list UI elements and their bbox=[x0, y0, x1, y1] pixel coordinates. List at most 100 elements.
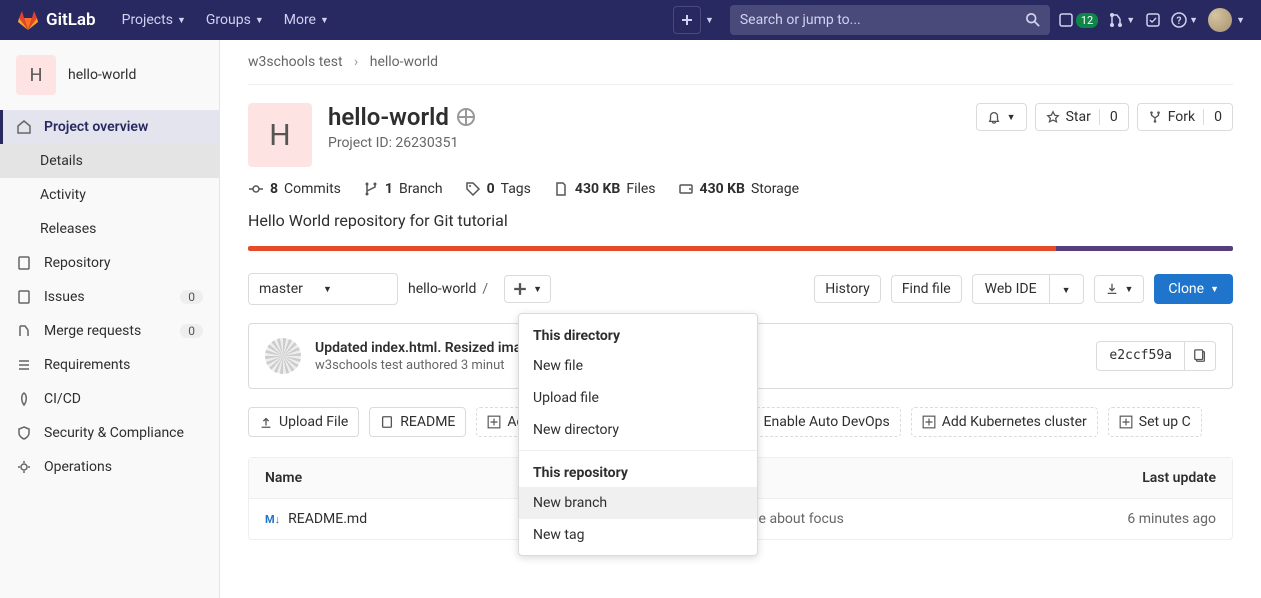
fork-icon bbox=[1148, 110, 1162, 124]
sidebar-sub-releases[interactable]: Releases bbox=[0, 212, 219, 246]
user-menu[interactable]: ▼ bbox=[1208, 8, 1245, 32]
commit-sha[interactable]: e2ccf59a bbox=[1096, 341, 1185, 371]
chevron-down-icon: ▼ bbox=[255, 15, 264, 26]
issues-icon bbox=[16, 289, 32, 305]
stat-commits[interactable]: 8Commits bbox=[248, 181, 341, 197]
chip-upload-file[interactable]: Upload File bbox=[248, 407, 359, 437]
sidebar: H hello-world Project overview Details A… bbox=[0, 40, 220, 598]
chip-setup-ci[interactable]: Set up C bbox=[1108, 407, 1202, 437]
todos-link[interactable] bbox=[1145, 12, 1161, 28]
issues-link[interactable]: 12 bbox=[1058, 12, 1098, 28]
dropdown-upload-file[interactable]: Upload file bbox=[519, 382, 757, 414]
plus-square-icon bbox=[487, 415, 501, 429]
notification-button[interactable]: ▼ bbox=[976, 103, 1027, 131]
breadcrumb-path: hello-world/ bbox=[408, 281, 494, 297]
plus-square-icon bbox=[922, 415, 936, 429]
dropdown-new-directory[interactable]: New directory bbox=[519, 414, 757, 446]
stat-tags[interactable]: 0Tags bbox=[465, 181, 531, 197]
copy-sha-button[interactable] bbox=[1185, 341, 1216, 371]
project-name: hello-world bbox=[68, 67, 136, 83]
sidebar-item-security[interactable]: Security & Compliance bbox=[0, 416, 219, 450]
repo-toolbar: master▼ hello-world/ ▼ History Find file… bbox=[248, 273, 1233, 305]
history-button[interactable]: History bbox=[814, 275, 881, 303]
commit-icon bbox=[248, 181, 264, 197]
doc-icon bbox=[16, 255, 32, 271]
file-updated: 6 minutes ago bbox=[1066, 511, 1216, 527]
chevron-down-icon: ▼ bbox=[1210, 284, 1219, 295]
project-avatar: H bbox=[16, 55, 56, 95]
download-button[interactable]: ▼ bbox=[1094, 275, 1145, 303]
clipboard-icon bbox=[1193, 349, 1207, 363]
stat-files[interactable]: 430 KBFiles bbox=[553, 181, 656, 197]
chevron-down-icon: ▼ bbox=[323, 284, 387, 295]
project-stats: 8Commits 1Branch 0Tags 430 KBFiles 430 K… bbox=[248, 181, 1233, 197]
dropdown-new-file[interactable]: New file bbox=[519, 350, 757, 382]
breadcrumb-group[interactable]: w3schools test bbox=[248, 54, 343, 70]
chevron-down-icon: ▼ bbox=[1236, 15, 1245, 26]
add-to-tree-button[interactable]: ▼ bbox=[504, 275, 551, 303]
new-dropdown[interactable] bbox=[673, 6, 701, 34]
visibility-public-icon bbox=[457, 108, 475, 126]
sidebar-item-cicd[interactable]: CI/CD bbox=[0, 382, 219, 416]
chip-add-k8s[interactable]: Add Kubernetes cluster bbox=[911, 407, 1098, 437]
todo-icon bbox=[1145, 12, 1161, 28]
sidebar-item-operations[interactable]: Operations bbox=[0, 450, 219, 484]
col-update: Last update bbox=[1066, 470, 1216, 486]
sidebar-sub-activity[interactable]: Activity bbox=[0, 178, 219, 212]
sidebar-project-header[interactable]: H hello-world bbox=[0, 40, 219, 110]
nav-groups[interactable]: Groups▼ bbox=[196, 12, 274, 28]
chip-readme[interactable]: README bbox=[369, 407, 466, 437]
star-icon bbox=[1046, 110, 1060, 124]
home-icon bbox=[16, 119, 32, 135]
download-icon bbox=[1105, 282, 1119, 296]
shield-icon bbox=[16, 425, 32, 441]
breadcrumb: w3schools test › hello-world bbox=[220, 40, 1261, 80]
chevron-down-icon: ▼ bbox=[705, 15, 714, 26]
global-search[interactable]: Search or jump to... bbox=[730, 5, 1050, 35]
sidebar-sub-details[interactable]: Details bbox=[0, 144, 219, 178]
sidebar-item-overview[interactable]: Project overview bbox=[0, 110, 219, 144]
mr-count: 0 bbox=[180, 324, 203, 338]
search-icon bbox=[1026, 13, 1040, 27]
search-placeholder: Search or jump to... bbox=[740, 12, 1026, 28]
dropdown-new-tag[interactable]: New tag bbox=[519, 519, 757, 551]
page-title: hello-world bbox=[328, 103, 475, 131]
tanuki-icon bbox=[16, 8, 40, 32]
fork-button[interactable]: Fork0 bbox=[1137, 103, 1233, 131]
chevron-right-icon: › bbox=[354, 54, 358, 70]
nav-projects[interactable]: Projects▼ bbox=[112, 12, 196, 28]
branch-select[interactable]: master▼ bbox=[248, 273, 398, 305]
help-link[interactable]: ?▼ bbox=[1171, 12, 1198, 28]
find-file-button[interactable]: Find file bbox=[891, 275, 962, 303]
issues-count: 0 bbox=[180, 290, 203, 304]
web-ide-button[interactable]: Web IDE▼ bbox=[972, 274, 1084, 304]
main-content: w3schools test › hello-world H hello-wor… bbox=[220, 40, 1261, 598]
sidebar-item-repository[interactable]: Repository bbox=[0, 246, 219, 280]
gitlab-logo[interactable]: GitLab bbox=[16, 8, 96, 32]
breadcrumb-project[interactable]: hello-world bbox=[370, 54, 438, 70]
project-description: Hello World repository for Git tutorial bbox=[248, 211, 1233, 230]
sidebar-item-merge-requests[interactable]: Merge requests 0 bbox=[0, 314, 219, 348]
dropdown-new-branch[interactable]: New branch bbox=[519, 487, 757, 519]
markdown-icon: M↓ bbox=[265, 513, 280, 526]
chevron-down-icon: ▼ bbox=[1007, 112, 1016, 123]
sidebar-item-issues[interactable]: Issues 0 bbox=[0, 280, 219, 314]
clone-button[interactable]: Clone▼ bbox=[1154, 274, 1233, 304]
question-icon: ? bbox=[1171, 12, 1187, 28]
commit-avatar bbox=[265, 338, 301, 374]
nav-more[interactable]: More▼ bbox=[274, 12, 339, 28]
stat-branches[interactable]: 1Branch bbox=[363, 181, 443, 197]
star-button[interactable]: Star0 bbox=[1035, 103, 1129, 131]
svg-text:?: ? bbox=[1177, 16, 1182, 27]
merge-requests-link[interactable]: ▼ bbox=[1108, 12, 1135, 28]
chevron-down-icon: ▼ bbox=[1125, 284, 1134, 295]
project-avatar-large: H bbox=[248, 103, 312, 167]
sidebar-item-requirements[interactable]: Requirements bbox=[0, 348, 219, 382]
chevron-down-icon: ▼ bbox=[1062, 286, 1071, 296]
avatar bbox=[1208, 8, 1232, 32]
upload-icon bbox=[259, 415, 273, 429]
chevron-down-icon: ▼ bbox=[1126, 15, 1135, 26]
issue-icon bbox=[1058, 12, 1074, 28]
stat-storage[interactable]: 430 KBStorage bbox=[678, 181, 800, 197]
doc-icon bbox=[380, 415, 394, 429]
